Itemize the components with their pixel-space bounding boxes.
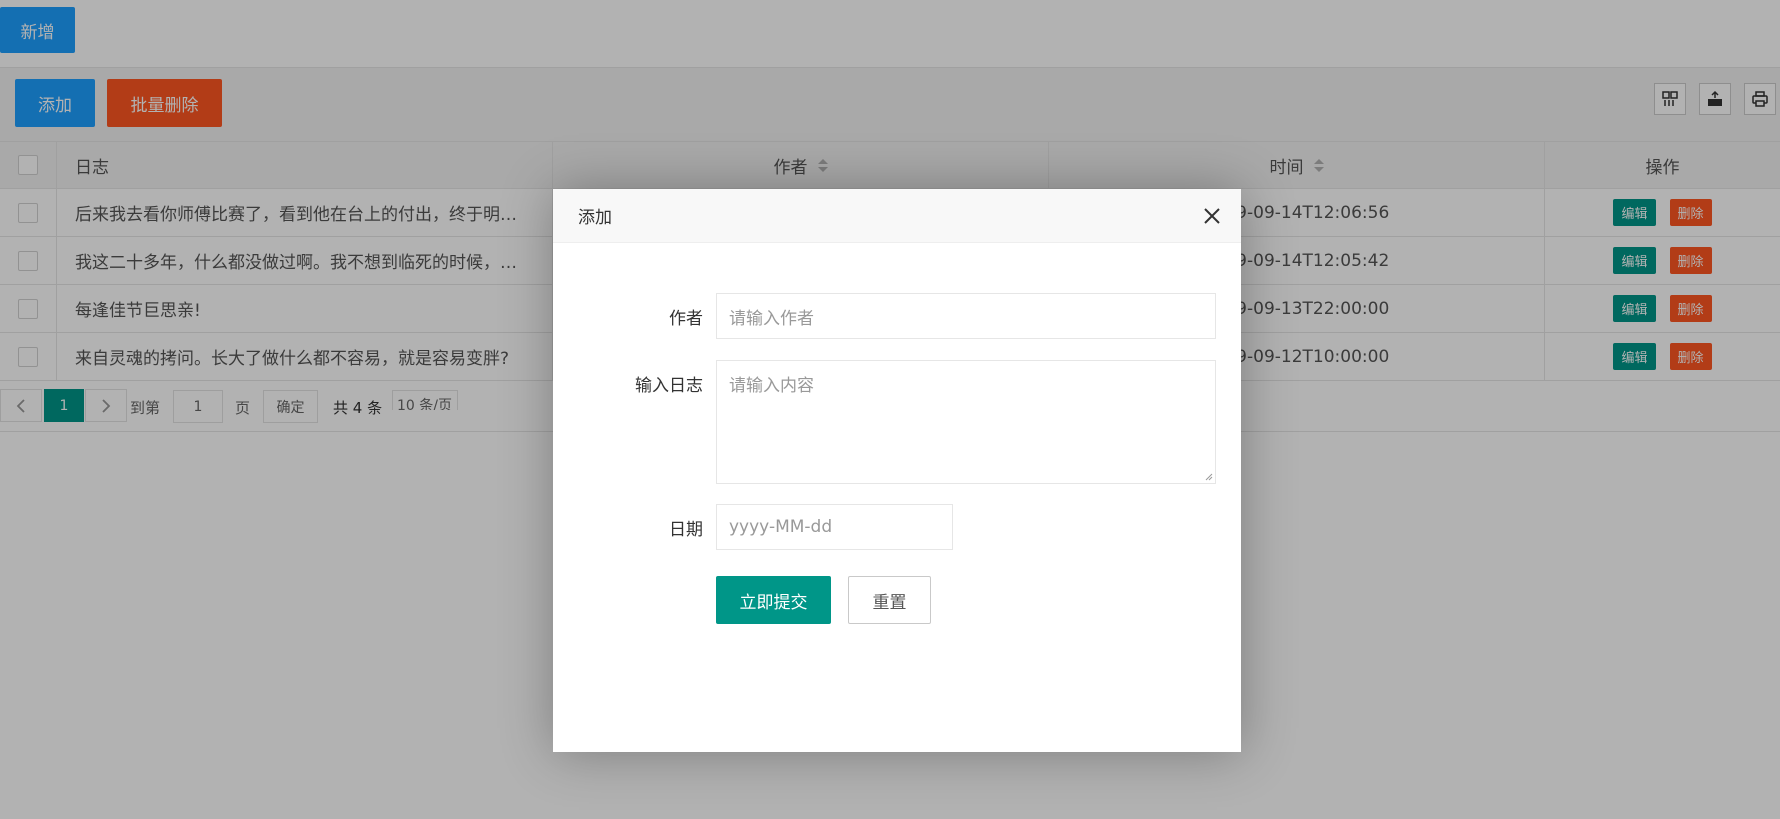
log-placeholder: 请输入内容 [729, 376, 814, 396]
close-icon[interactable] [1201, 205, 1223, 227]
author-label: 作者 [669, 309, 703, 329]
log-textarea[interactable]: 请输入内容 [716, 360, 1216, 484]
add-dialog: 添加 作者 请输入作者 输入日志 请输入内容 日期 yyyy-MM-dd 立即提… [553, 189, 1241, 752]
reset-button[interactable]: 重置 [848, 576, 931, 624]
resize-handle-icon[interactable] [1203, 471, 1213, 481]
author-input[interactable]: 请输入作者 [716, 293, 1216, 339]
dialog-header: 添加 [553, 189, 1241, 243]
submit-button[interactable]: 立即提交 [716, 576, 831, 624]
dialog-title: 添加 [578, 208, 612, 228]
log-label: 输入日志 [635, 376, 703, 396]
date-label: 日期 [669, 520, 703, 540]
date-input[interactable]: yyyy-MM-dd [716, 504, 953, 550]
